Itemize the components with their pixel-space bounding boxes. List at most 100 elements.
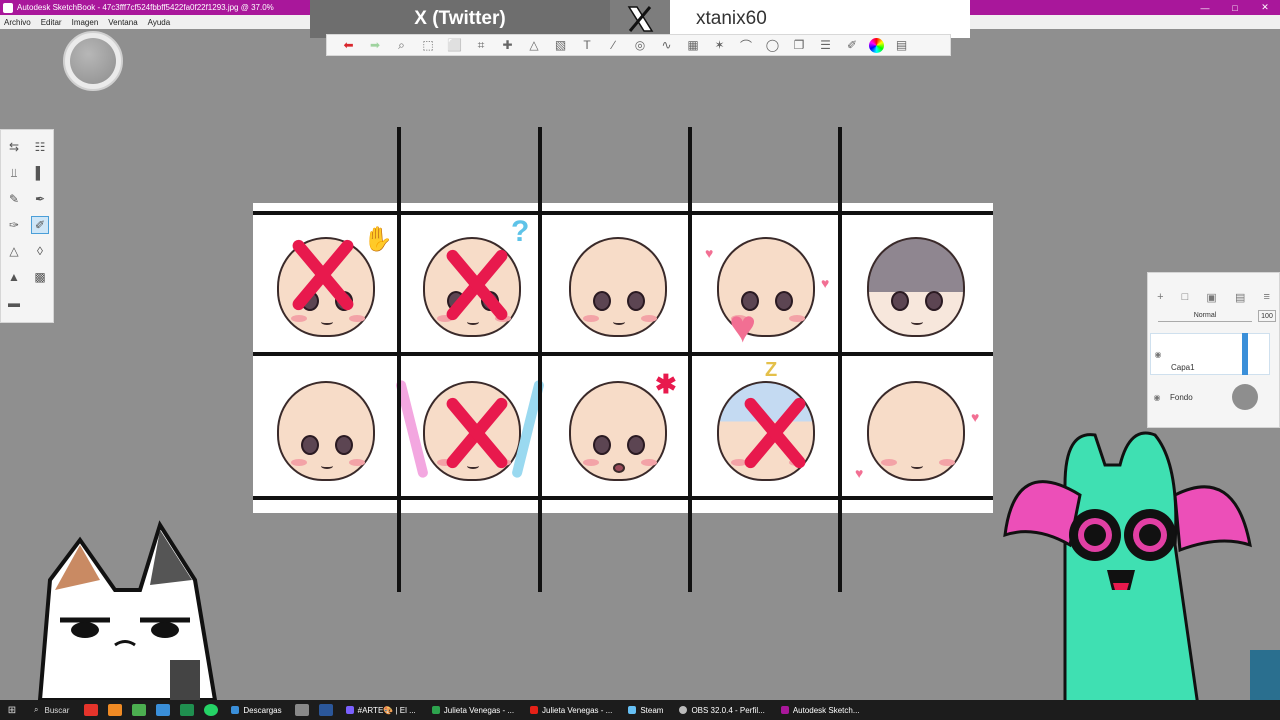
taskbar-item-browser[interactable]: Julieta Venegas - ...	[431, 706, 514, 715]
pinned-app-icon[interactable]	[156, 704, 171, 716]
redo-icon[interactable]: ➡	[366, 37, 385, 53]
steam-icon	[628, 706, 637, 714]
undo-icon[interactable]: ⬅	[339, 37, 358, 53]
ink-pen-icon[interactable]: ✑	[5, 216, 23, 234]
emote-cell: ✱	[547, 359, 685, 493]
blend-mode-select[interactable]: Normal	[1158, 310, 1252, 322]
merge-layer-icon[interactable]: ▤	[1235, 291, 1245, 304]
layers-icon[interactable]: ▤	[892, 37, 911, 53]
add-group-icon[interactable]: □	[1182, 291, 1189, 304]
menu-ayuda[interactable]: Ayuda	[148, 18, 171, 27]
empty-slot	[31, 294, 49, 312]
add-image-icon[interactable]: ▣	[1206, 291, 1216, 304]
text-icon[interactable]: T	[578, 37, 597, 53]
texture-brush-icon[interactable]: ▩	[31, 268, 49, 286]
palette-toggle-icon[interactable]: ⇆	[5, 138, 23, 156]
eraser-icon[interactable]: ▬	[5, 294, 23, 312]
ellipse-icon[interactable]: ◎	[631, 37, 650, 53]
brush-library-icon[interactable]: ☷	[31, 138, 49, 156]
rejected-mark-icon	[437, 245, 517, 325]
visibility-eye-icon[interactable]: ◉	[1150, 393, 1164, 402]
sleep-zzz-icon: Z	[765, 359, 778, 381]
layer-selection-indicator	[1242, 333, 1248, 375]
emote-cell	[845, 215, 983, 349]
whatsapp-icon[interactable]	[204, 704, 219, 716]
ballpoint-icon[interactable]: ✐	[31, 216, 49, 234]
layer-name: Capa1	[1171, 362, 1195, 372]
emote-face	[867, 237, 965, 337]
menu-editar[interactable]: Editar	[41, 18, 62, 27]
pen-icon[interactable]: ✐	[843, 37, 862, 53]
symmetry-icon[interactable]: ✶	[710, 37, 729, 53]
layer-menu-icon[interactable]: ≡	[1263, 291, 1269, 304]
layer-row-capa1[interactable]: ◉ Capa1	[1150, 333, 1270, 375]
excel-icon[interactable]	[180, 704, 195, 716]
stroke-icon[interactable]: ⌒	[737, 37, 756, 53]
perspective-icon[interactable]: △	[525, 37, 544, 53]
smudge-icon[interactable]: ◊	[31, 242, 49, 260]
background-color-swatch[interactable]	[1232, 384, 1258, 410]
brush-library-icon[interactable]: ☰	[816, 37, 835, 53]
maximize-button[interactable]: □	[1220, 0, 1250, 15]
select-icon[interactable]: ⬚	[419, 37, 438, 53]
opacity-field[interactable]: 100	[1258, 310, 1276, 322]
grid-icon[interactable]: ▦	[684, 37, 703, 53]
sketchbook-icon	[780, 706, 789, 714]
curve-icon[interactable]: ∿	[657, 37, 676, 53]
color-wheel-icon[interactable]	[869, 37, 884, 53]
taskbar-item-discord[interactable]: #ARTE🎨 | El ...	[345, 706, 416, 715]
pinned-app-icon[interactable]	[108, 704, 123, 716]
start-button[interactable]: ⊞	[0, 700, 24, 720]
guide-line	[688, 127, 692, 592]
rejected-mark-icon	[735, 393, 815, 473]
emote-cell: ♥ ♥	[845, 359, 983, 493]
sketchbook-app-icon	[3, 2, 13, 13]
menu-archivo[interactable]: Archivo	[4, 18, 31, 27]
brush-puck[interactable]	[63, 31, 123, 91]
emote-cell	[547, 215, 685, 349]
taskbar-item-descargas[interactable]: Descargas	[231, 706, 282, 715]
heart-icon: ♥	[971, 409, 980, 425]
move-icon[interactable]: ✚	[498, 37, 517, 53]
folder-icon	[231, 706, 240, 714]
pen-icon[interactable]: ✒	[31, 190, 49, 208]
marker-icon[interactable]: ▌	[31, 164, 49, 182]
taskbar-item-steam[interactable]: Steam	[628, 706, 663, 715]
pencil-icon[interactable]: ✎	[5, 190, 23, 208]
crop-icon[interactable]: ⌗	[472, 37, 491, 53]
copy-icon[interactable]: ❐	[790, 37, 809, 53]
x-logo-icon	[610, 0, 670, 38]
word-icon[interactable]	[318, 704, 333, 716]
pinned-app-icon[interactable]	[84, 704, 99, 716]
taskbar-item-label: Autodesk Sketch...	[792, 705, 860, 715]
menu-ventana[interactable]: Ventana	[108, 18, 137, 27]
shape-icon[interactable]: ◯	[763, 37, 782, 53]
heart-icon: ♥	[855, 465, 864, 481]
rejected-mark-icon	[437, 393, 517, 473]
taskbar-search[interactable]: ⌕ Buscar	[24, 700, 79, 720]
lasso-icon[interactable]: ⬜	[445, 37, 464, 53]
add-layer-icon[interactable]: +	[1157, 291, 1163, 304]
pinned-app-icon[interactable]	[294, 704, 309, 716]
chisel-icon[interactable]: ▲	[5, 268, 23, 286]
wave-hand-icon: ✋	[363, 226, 393, 253]
discord-icon	[345, 706, 354, 714]
ruler-icon[interactable]: ∕	[604, 37, 623, 53]
drawing-canvas[interactable]: ✋ ? ♥ ♥ ♥ ✱ Z ♥ ♥	[253, 203, 993, 513]
heart-icon: ♥	[705, 245, 714, 261]
visibility-eye-icon[interactable]: ◉	[1151, 350, 1165, 359]
minimize-button[interactable]: —	[1190, 0, 1220, 15]
taskbar-item-youtube[interactable]: Julieta Venegas - ...	[530, 706, 612, 715]
taskbar-item-obs[interactable]: OBS 32.0.4 - Perfil...	[679, 706, 765, 715]
pinned-app-icon[interactable]	[132, 704, 147, 716]
taskbar-item-label: Julieta Venegas - ...	[542, 705, 613, 715]
layer-row-fondo[interactable]: ◉ Fondo	[1150, 383, 1270, 411]
airbrush-icon[interactable]: ⫫	[5, 164, 23, 182]
zoom-icon[interactable]: ⌕	[392, 37, 411, 53]
close-button[interactable]: ✕	[1250, 0, 1280, 15]
paint-brush-icon[interactable]: △	[5, 242, 23, 260]
fill-icon[interactable]: ▧	[551, 37, 570, 53]
browser-icon	[431, 706, 440, 714]
taskbar-item-sketchbook[interactable]: Autodesk Sketch...	[780, 705, 860, 715]
menu-imagen[interactable]: Imagen	[72, 18, 99, 27]
